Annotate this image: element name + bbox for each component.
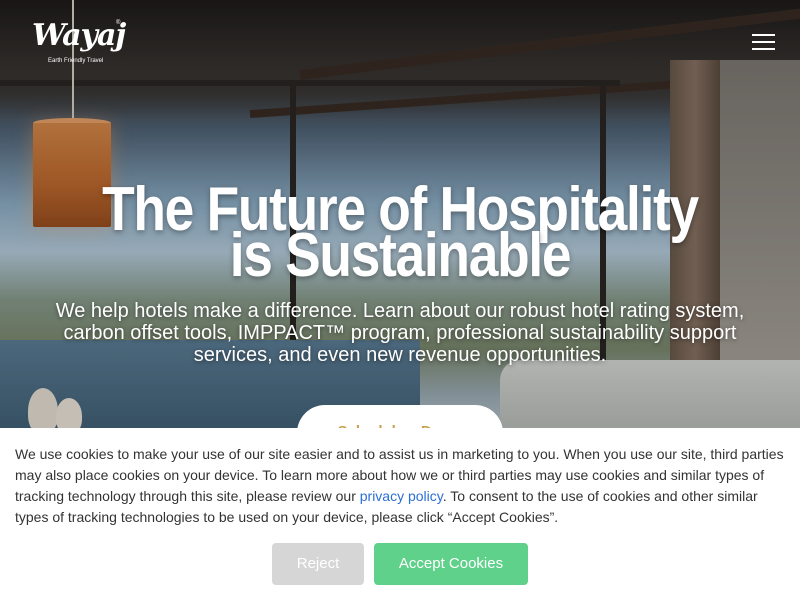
- menu-bar: [752, 34, 775, 36]
- cookie-banner: We use cookies to make your use of our s…: [0, 428, 800, 600]
- reject-cookies-button[interactable]: Reject: [272, 543, 364, 585]
- accept-cookies-button[interactable]: Accept Cookies: [374, 543, 528, 585]
- privacy-policy-link[interactable]: privacy policy: [360, 488, 443, 504]
- logo-registered-mark: ®: [116, 20, 121, 26]
- cookie-message: We use cookies to make your use of our s…: [15, 444, 785, 528]
- hero-subtitle: We help hotels make a difference. Learn …: [55, 300, 745, 366]
- site-logo[interactable]: Wayaj ® Earth Friendly Travel: [30, 18, 130, 68]
- menu-bar: [752, 48, 775, 50]
- hero-title: The Future of Hospitality is Sustainable: [90, 179, 709, 287]
- logo-wordmark: Wayaj: [32, 18, 126, 53]
- page: Wayaj ® Earth Friendly Travel The Future…: [0, 0, 800, 600]
- hamburger-menu-icon[interactable]: [752, 32, 776, 52]
- logo-tagline: Earth Friendly Travel: [48, 58, 104, 64]
- menu-bar: [752, 41, 775, 43]
